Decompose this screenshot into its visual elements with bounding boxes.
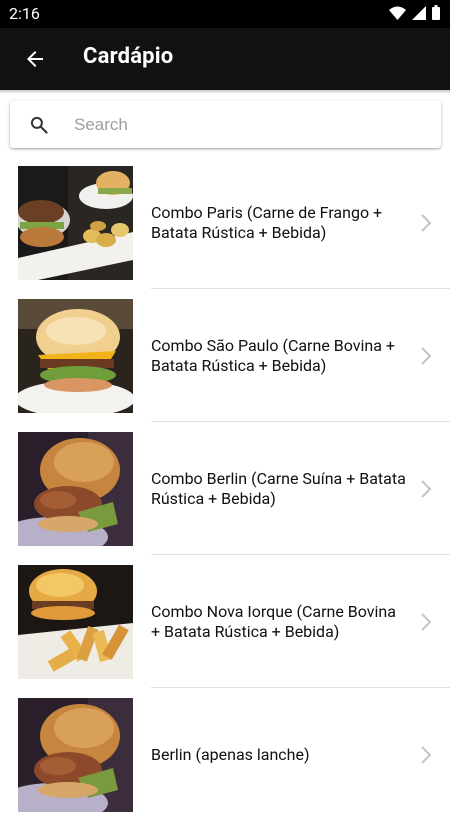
menu-item-combo-paris[interactable]: Combo Paris (Carne de Frango + Batata Rú… — [0, 156, 450, 289]
menu-item-combo-nova-iorque[interactable]: Combo Nova Iorque (Carne Bovina + Batata… — [0, 555, 450, 688]
menu-item-berlin-lanche[interactable]: Berlin (apenas lanche) — [0, 688, 450, 821]
status-icons — [389, 5, 440, 20]
menu-item-combo-sao-paulo[interactable]: Combo São Paulo (Carne Bovina + Batata R… — [0, 289, 450, 422]
food-photo — [18, 698, 133, 812]
page-title: Cardápio — [83, 44, 174, 69]
food-photo — [18, 565, 133, 679]
chevron-right-icon — [421, 613, 432, 631]
menu-item-label: Combo Nova Iorque (Carne Bovina + Batata… — [151, 601, 396, 641]
food-photo — [18, 299, 133, 413]
app-bar: Cardápio — [0, 28, 450, 90]
chevron-right-icon — [421, 347, 432, 365]
chevron-right-icon — [421, 746, 432, 764]
menu-item-label: Combo São Paulo (Carne Bovina + Batata R… — [151, 335, 395, 375]
wifi-icon — [389, 6, 406, 20]
menu-item-label: Combo Paris (Carne de Frango + Batata Rú… — [151, 202, 383, 242]
chevron-right-icon — [421, 214, 432, 232]
status-time: 2:16 — [9, 4, 40, 23]
signal-icon — [412, 5, 426, 20]
menu-item-label: Berlin (apenas lanche) — [151, 744, 310, 764]
back-arrow-icon[interactable] — [22, 47, 48, 71]
menu-list: Combo Paris (Carne de Frango + Batata Rú… — [0, 156, 450, 821]
search-input[interactable] — [72, 109, 426, 141]
battery-icon — [432, 5, 440, 20]
app-bar-shadow — [0, 90, 450, 94]
food-photo — [18, 166, 133, 280]
status-bar: 2:16 — [0, 0, 450, 28]
search-icon — [30, 116, 48, 134]
menu-item-label: Combo Berlin (Carne Suína + Batata Rústi… — [151, 468, 406, 508]
search-bar[interactable] — [10, 101, 441, 148]
food-photo — [18, 432, 133, 546]
menu-item-combo-berlin[interactable]: Combo Berlin (Carne Suína + Batata Rústi… — [0, 422, 450, 555]
chevron-right-icon — [421, 480, 432, 498]
